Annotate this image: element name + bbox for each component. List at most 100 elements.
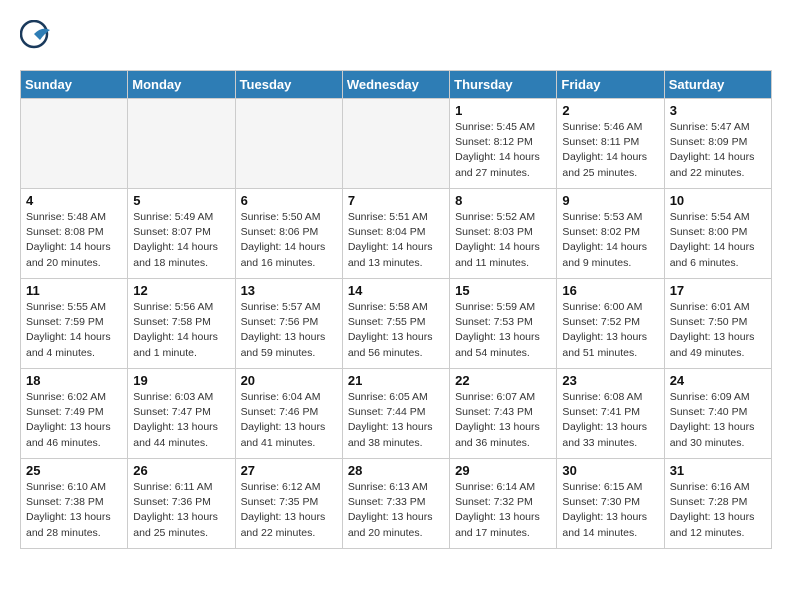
weekday-header-tuesday: Tuesday <box>235 71 342 99</box>
day-sun-info: Sunrise: 6:12 AMSunset: 7:35 PMDaylight:… <box>241 480 337 541</box>
day-sun-info: Sunrise: 6:16 AMSunset: 7:28 PMDaylight:… <box>670 480 766 541</box>
day-sun-info: Sunrise: 5:45 AMSunset: 8:12 PMDaylight:… <box>455 120 551 181</box>
calendar-cell: 31 Sunrise: 6:16 AMSunset: 7:28 PMDayligh… <box>664 459 771 549</box>
calendar-cell: 29 Sunrise: 6:14 AMSunset: 7:32 PMDayligh… <box>450 459 557 549</box>
day-number: 18 <box>26 373 122 388</box>
day-number: 21 <box>348 373 444 388</box>
calendar-cell: 17 Sunrise: 6:01 AMSunset: 7:50 PMDayligh… <box>664 279 771 369</box>
calendar-cell: 21 Sunrise: 6:05 AMSunset: 7:44 PMDayligh… <box>342 369 449 459</box>
day-number: 9 <box>562 193 658 208</box>
day-sun-info: Sunrise: 6:14 AMSunset: 7:32 PMDaylight:… <box>455 480 551 541</box>
calendar-cell: 12 Sunrise: 5:56 AMSunset: 7:58 PMDayligh… <box>128 279 235 369</box>
calendar-cell: 20 Sunrise: 6:04 AMSunset: 7:46 PMDayligh… <box>235 369 342 459</box>
day-number: 30 <box>562 463 658 478</box>
day-number: 7 <box>348 193 444 208</box>
day-sun-info: Sunrise: 5:59 AMSunset: 7:53 PMDaylight:… <box>455 300 551 361</box>
calendar-cell: 27Sunrise: 6:12 AMSunset: 7:35 PMDayligh… <box>235 459 342 549</box>
day-sun-info: Sunrise: 6:01 AMSunset: 7:50 PMDaylight:… <box>670 300 766 361</box>
day-sun-info: Sunrise: 5:52 AMSunset: 8:03 PMDaylight:… <box>455 210 551 271</box>
calendar-cell: 10 Sunrise: 5:54 AMSunset: 8:00 PMDayligh… <box>664 189 771 279</box>
day-sun-info: Sunrise: 5:55 AMSunset: 7:59 PMDaylight:… <box>26 300 122 361</box>
day-sun-info: Sunrise: 5:47 AMSunset: 8:09 PMDaylight:… <box>670 120 766 181</box>
calendar-week-row: 1 Sunrise: 5:45 AMSunset: 8:12 PMDaylight… <box>21 99 772 189</box>
day-number: 15 <box>455 283 551 298</box>
calendar-cell: 24 Sunrise: 6:09 AMSunset: 7:40 PMDayligh… <box>664 369 771 459</box>
day-sun-info: Sunrise: 6:05 AMSunset: 7:44 PMDaylight:… <box>348 390 444 451</box>
calendar-week-row: 4 Sunrise: 5:48 AMSunset: 8:08 PMDaylight… <box>21 189 772 279</box>
day-number: 29 <box>455 463 551 478</box>
day-number: 8 <box>455 193 551 208</box>
day-sun-info: Sunrise: 6:03 AMSunset: 7:47 PMDaylight:… <box>133 390 229 451</box>
day-sun-info: Sunrise: 6:08 AMSunset: 7:41 PMDaylight:… <box>562 390 658 451</box>
day-number: 25 <box>26 463 122 478</box>
calendar-cell <box>128 99 235 189</box>
day-number: 12 <box>133 283 229 298</box>
calendar-cell: 16Sunrise: 6:00 AMSunset: 7:52 PMDayligh… <box>557 279 664 369</box>
day-sun-info: Sunrise: 5:46 AMSunset: 8:11 PMDaylight:… <box>562 120 658 181</box>
day-number: 5 <box>133 193 229 208</box>
day-sun-info: Sunrise: 5:56 AMSunset: 7:58 PMDaylight:… <box>133 300 229 361</box>
calendar-table: SundayMondayTuesdayWednesdayThursdayFrid… <box>20 70 772 549</box>
day-number: 28 <box>348 463 444 478</box>
calendar-cell <box>21 99 128 189</box>
weekday-header-sunday: Sunday <box>21 71 128 99</box>
day-number: 22 <box>455 373 551 388</box>
day-number: 17 <box>670 283 766 298</box>
day-number: 11 <box>26 283 122 298</box>
day-sun-info: Sunrise: 5:54 AMSunset: 8:00 PMDaylight:… <box>670 210 766 271</box>
day-sun-info: Sunrise: 5:51 AMSunset: 8:04 PMDaylight:… <box>348 210 444 271</box>
day-number: 4 <box>26 193 122 208</box>
day-number: 2 <box>562 103 658 118</box>
weekday-header-wednesday: Wednesday <box>342 71 449 99</box>
logo <box>20 20 58 54</box>
day-sun-info: Sunrise: 6:13 AMSunset: 7:33 PMDaylight:… <box>348 480 444 541</box>
calendar-cell: 13Sunrise: 5:57 AMSunset: 7:56 PMDayligh… <box>235 279 342 369</box>
calendar-cell: 22 Sunrise: 6:07 AMSunset: 7:43 PMDayligh… <box>450 369 557 459</box>
day-number: 24 <box>670 373 766 388</box>
day-sun-info: Sunrise: 5:50 AMSunset: 8:06 PMDaylight:… <box>241 210 337 271</box>
day-sun-info: Sunrise: 6:07 AMSunset: 7:43 PMDaylight:… <box>455 390 551 451</box>
calendar-cell: 11 Sunrise: 5:55 AMSunset: 7:59 PMDayligh… <box>21 279 128 369</box>
calendar-week-row: 25Sunrise: 6:10 AMSunset: 7:38 PMDayligh… <box>21 459 772 549</box>
day-sun-info: Sunrise: 6:04 AMSunset: 7:46 PMDaylight:… <box>241 390 337 451</box>
weekday-header-thursday: Thursday <box>450 71 557 99</box>
day-number: 1 <box>455 103 551 118</box>
day-number: 6 <box>241 193 337 208</box>
page-header <box>20 20 772 54</box>
weekday-header-saturday: Saturday <box>664 71 771 99</box>
calendar-cell: 1 Sunrise: 5:45 AMSunset: 8:12 PMDaylight… <box>450 99 557 189</box>
day-sun-info: Sunrise: 5:49 AMSunset: 8:07 PMDaylight:… <box>133 210 229 271</box>
day-number: 19 <box>133 373 229 388</box>
calendar-header-row: SundayMondayTuesdayWednesdayThursdayFrid… <box>21 71 772 99</box>
calendar-cell: 4 Sunrise: 5:48 AMSunset: 8:08 PMDaylight… <box>21 189 128 279</box>
calendar-cell: 2 Sunrise: 5:46 AMSunset: 8:11 PMDaylight… <box>557 99 664 189</box>
day-number: 31 <box>670 463 766 478</box>
calendar-cell: 28 Sunrise: 6:13 AMSunset: 7:33 PMDayligh… <box>342 459 449 549</box>
day-sun-info: Sunrise: 5:48 AMSunset: 8:08 PMDaylight:… <box>26 210 122 271</box>
logo-icon <box>20 20 54 54</box>
day-sun-info: Sunrise: 6:15 AMSunset: 7:30 PMDaylight:… <box>562 480 658 541</box>
calendar-cell: 25Sunrise: 6:10 AMSunset: 7:38 PMDayligh… <box>21 459 128 549</box>
calendar-cell: 5 Sunrise: 5:49 AMSunset: 8:07 PMDaylight… <box>128 189 235 279</box>
calendar-cell: 14Sunrise: 5:58 AMSunset: 7:55 PMDayligh… <box>342 279 449 369</box>
day-number: 23 <box>562 373 658 388</box>
calendar-cell: 19 Sunrise: 6:03 AMSunset: 7:47 PMDayligh… <box>128 369 235 459</box>
calendar-cell: 6 Sunrise: 5:50 AMSunset: 8:06 PMDaylight… <box>235 189 342 279</box>
calendar-cell: 8 Sunrise: 5:52 AMSunset: 8:03 PMDaylight… <box>450 189 557 279</box>
calendar-cell: 3 Sunrise: 5:47 AMSunset: 8:09 PMDaylight… <box>664 99 771 189</box>
day-sun-info: Sunrise: 5:53 AMSunset: 8:02 PMDaylight:… <box>562 210 658 271</box>
calendar-week-row: 18Sunrise: 6:02 AMSunset: 7:49 PMDayligh… <box>21 369 772 459</box>
calendar-cell: 26Sunrise: 6:11 AMSunset: 7:36 PMDayligh… <box>128 459 235 549</box>
day-number: 20 <box>241 373 337 388</box>
calendar-week-row: 11 Sunrise: 5:55 AMSunset: 7:59 PMDayligh… <box>21 279 772 369</box>
day-number: 10 <box>670 193 766 208</box>
day-sun-info: Sunrise: 6:09 AMSunset: 7:40 PMDaylight:… <box>670 390 766 451</box>
calendar-cell <box>235 99 342 189</box>
day-sun-info: Sunrise: 6:11 AMSunset: 7:36 PMDaylight:… <box>133 480 229 541</box>
weekday-header-friday: Friday <box>557 71 664 99</box>
weekday-header-monday: Monday <box>128 71 235 99</box>
day-number: 3 <box>670 103 766 118</box>
day-number: 14 <box>348 283 444 298</box>
calendar-cell <box>342 99 449 189</box>
day-number: 16 <box>562 283 658 298</box>
